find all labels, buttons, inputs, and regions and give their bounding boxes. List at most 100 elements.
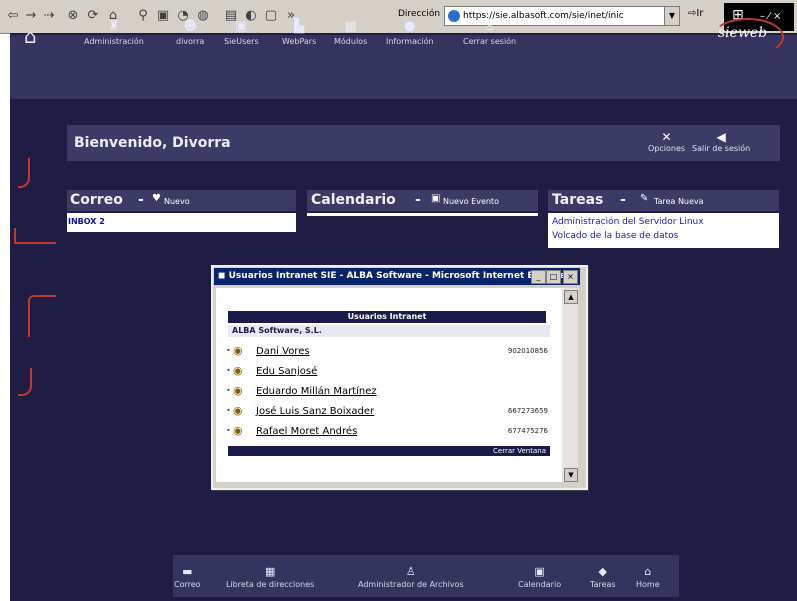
forward-icon[interactable]: → — [22, 7, 40, 25]
nav-cerrar-sesion[interactable]: ♙ Cerrar sesión — [463, 19, 517, 47]
user-row: • ◉ Rafael Moret Andrés 677475276 — [226, 424, 548, 440]
bottom-nav-archivos[interactable]: ♙ Administrador de Archivos — [358, 565, 464, 590]
bottom-nav-label: Home — [636, 580, 660, 589]
task-item[interactable]: Volcado de la base de datos — [552, 231, 678, 241]
user-phone: 677475276 — [507, 427, 548, 435]
logout-icon: ♙ — [483, 19, 496, 34]
exit-icon: ◀ — [716, 130, 726, 144]
bullet-icon: • — [226, 346, 231, 355]
ie-page-icon: ◼ — [218, 271, 226, 281]
nav-informacion[interactable]: ● Información — [386, 19, 434, 47]
stop-icon[interactable]: ⊗ — [64, 7, 82, 25]
user-name-link[interactable]: Eduardo Millán Martínez — [256, 386, 377, 397]
nav-label: WebPars — [282, 37, 317, 46]
close-window-link[interactable]: Cerrar Ventana — [228, 446, 550, 456]
welcome-text: Bienvenido, Divorra — [74, 135, 231, 151]
bottom-nav-calendario[interactable]: ▣ Calendario — [518, 566, 561, 590]
user-name-link[interactable]: Dani Vores — [256, 346, 310, 357]
tareas-new-link[interactable]: Tarea Nueva — [654, 197, 704, 206]
bullet-icon: • — [226, 426, 231, 435]
annotation-mark — [14, 228, 56, 244]
nav-label: divorra — [176, 37, 205, 46]
back-icon[interactable]: ⇦ — [4, 7, 22, 25]
discuss-icon[interactable]: ▢ — [262, 7, 280, 25]
user-row: • ◉ José Luis Sanz Boixader 667273659 — [226, 404, 548, 420]
address-dropdown-icon[interactable]: ▼ — [664, 6, 680, 26]
user-chat-icon: ◉ — [233, 404, 243, 417]
info-icon: ● — [404, 19, 416, 34]
nav-sieusers[interactable]: ▣ SieUsers — [224, 19, 259, 47]
user-name-link[interactable]: José Luis Sanz Boixader — [256, 406, 374, 417]
close-icon[interactable]: × — [563, 270, 578, 284]
menu-arrow-icon[interactable]: ⇢ — [40, 7, 58, 25]
logout-label: Salir de sesión — [692, 144, 751, 153]
bottom-nav-tareas[interactable]: ◆ Tareas — [590, 565, 616, 590]
portal-home-icon[interactable]: ⌂ — [24, 24, 37, 48]
nav-webpars[interactable]: ▙ WebPars — [282, 19, 317, 47]
bottom-nav-label: Correo — [174, 580, 201, 589]
nav-divorra[interactable]: ☻ divorra — [176, 20, 205, 47]
tareas-dash: - — [620, 192, 626, 208]
new-task-icon: ✎ — [640, 193, 649, 204]
calendario-new-link[interactable]: Nuevo Evento — [443, 197, 499, 206]
task-item[interactable]: Administración del Servidor Linux — [552, 217, 704, 227]
user-chat-icon: ◉ — [233, 384, 243, 397]
user-phone: 667273659 — [507, 407, 548, 415]
nav-label: SieUsers — [224, 37, 259, 46]
inbox-label: INBOX — [68, 217, 97, 226]
correo-new-link[interactable]: Nuevo — [164, 197, 190, 206]
scroll-down-icon[interactable]: ▼ — [564, 468, 578, 482]
minimize-icon[interactable]: _ — [531, 270, 546, 284]
user-row: • ◉ Eduardo Millán Martínez — [226, 384, 548, 400]
new-event-icon: ▣ — [431, 193, 441, 204]
new-mail-icon: ♥ — [152, 193, 161, 204]
nav-administracion[interactable]: ♜ Administración — [84, 19, 144, 47]
company-name: ALBA Software, S.L. — [228, 325, 550, 337]
user-row: • ◉ Edu Sanjosé — [226, 364, 548, 380]
bullet-icon: • — [226, 386, 231, 395]
inbox-count: 2 — [99, 217, 105, 226]
bullet-icon: • — [226, 366, 231, 375]
options-icon: ✕ — [661, 130, 672, 144]
annotation-mark — [18, 158, 30, 188]
logout-button[interactable]: ◀ Salir de sesión — [692, 130, 750, 153]
calendario-underline — [307, 213, 538, 216]
bullet-icon: • — [226, 406, 231, 415]
nav-label: Módulos — [334, 37, 368, 46]
address-label: Dirección — [398, 9, 441, 19]
popup-titlebar[interactable]: ◼ Usuarios Intranet SIE - ALBA Software … — [214, 268, 580, 285]
user-name-link[interactable]: Edu Sanjosé — [256, 366, 317, 377]
home-icon: ⌂ — [644, 565, 652, 578]
tasks-icon: ◆ — [598, 565, 608, 578]
webpars-icon: ▙ — [294, 19, 305, 34]
favorites-icon[interactable]: ▣ — [154, 7, 172, 25]
go-label: Ir — [696, 8, 704, 19]
bottom-nav-home[interactable]: ⌂ Home — [636, 565, 660, 590]
user-phone: 902010856 — [507, 347, 548, 355]
brand-logo: sieweb — [718, 25, 768, 41]
popup-title-text: Usuarios Intranet SIE - ALBA Software - … — [228, 271, 571, 281]
scroll-up-icon[interactable]: ▲ — [564, 290, 578, 304]
inbox-link[interactable]: INBOX 2 — [68, 217, 105, 226]
correo-title: Correo — [70, 192, 123, 208]
bottom-nav-label: Tareas — [590, 580, 616, 589]
options-button[interactable]: ✕ Opciones — [648, 130, 685, 153]
admin-icon: ♜ — [108, 19, 120, 34]
filemanager-icon: ♙ — [405, 565, 416, 578]
user-name-link[interactable]: Rafael Moret Andrés — [256, 426, 357, 437]
user-chat-icon: ◉ — [233, 424, 243, 437]
bottom-nav-label: Administrador de Archivos — [358, 580, 464, 589]
bottom-nav-correo[interactable]: ▬ Correo — [174, 565, 201, 590]
bottom-nav-label: Libreta de direcciones — [226, 580, 315, 589]
mail-icon: ▬ — [182, 565, 193, 578]
user-chat-icon: ◉ — [233, 344, 243, 357]
nav-label: Cerrar sesión — [463, 37, 517, 46]
popup-scrollbar[interactable] — [562, 288, 578, 482]
bottom-nav-libreta[interactable]: ▦ Libreta de direcciones — [226, 565, 315, 590]
options-label: Opciones — [648, 144, 686, 153]
nav-modulos[interactable]: ▦ Módulos — [334, 20, 368, 47]
maximize-icon[interactable]: □ — [546, 270, 561, 284]
go-button[interactable]: ⇨Ir — [688, 8, 703, 19]
addressbook-icon: ▦ — [264, 565, 276, 578]
users-icon: ▣ — [235, 19, 248, 34]
